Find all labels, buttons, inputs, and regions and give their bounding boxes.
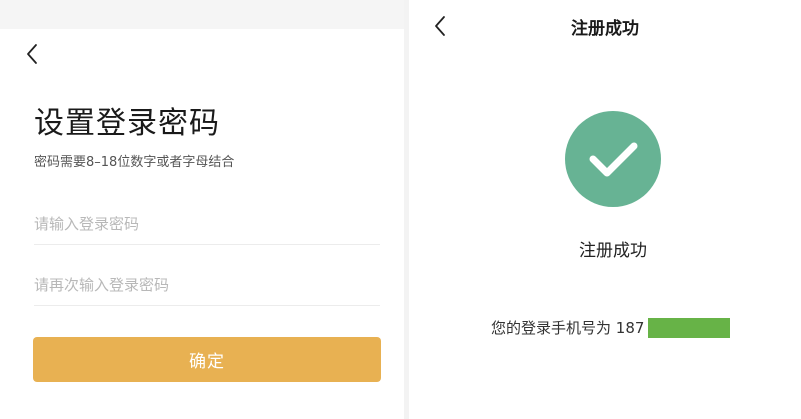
phone-prefix: 187 (615, 318, 645, 337)
page-title: 设置登录密码 (34, 106, 220, 141)
phone-redaction (648, 317, 731, 338)
checkmark-icon (589, 142, 638, 177)
confirm-password-input[interactable] (34, 265, 380, 306)
set-password-screen: 设置登录密码 密码需要8–18位数字或者字母结合 确定 (0, 0, 404, 419)
phone-label: 您的登录手机号为 (491, 319, 612, 337)
confirm-button[interactable]: 确定 (33, 337, 381, 382)
password-input[interactable] (34, 204, 380, 245)
phone-info: 您的登录手机号为 187 (491, 317, 731, 338)
back-icon[interactable] (25, 43, 39, 65)
success-message: 注册成功 (579, 241, 647, 261)
success-badge (565, 111, 661, 207)
password-hint: 密码需要8–18位数字或者字母结合 (34, 155, 235, 170)
register-success-screen: 注册成功 注册成功 您的登录手机号为 187 (409, 0, 801, 419)
nav-title: 注册成功 (571, 19, 639, 39)
